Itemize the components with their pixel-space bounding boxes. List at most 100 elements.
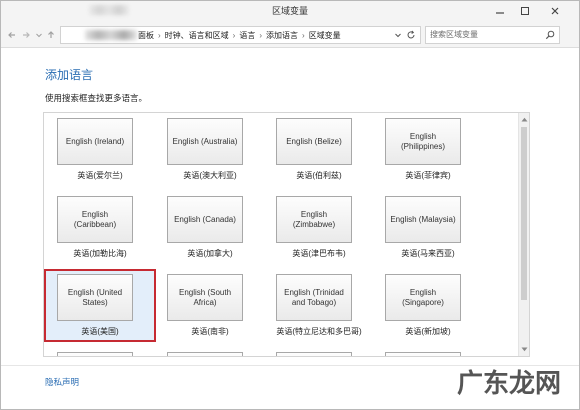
footer-divider [1, 365, 579, 366]
close-icon [551, 7, 559, 15]
close-button[interactable] [539, 3, 571, 19]
language-tile[interactable]: English (Australia) [167, 118, 243, 165]
title-bar: 区域变量 [1, 1, 579, 23]
language-name: 英语(加勒比海) [73, 249, 127, 258]
search-box[interactable] [425, 26, 560, 44]
language-tile[interactable]: English (Ireland) [57, 118, 133, 165]
language-cell[interactable]: English (Singapore) 英语(新加坡) [372, 269, 484, 342]
language-cell-partial[interactable] [372, 347, 484, 356]
maximize-button[interactable] [513, 3, 537, 19]
language-tile-text: English (Caribbean) [73, 209, 117, 229]
language-tile[interactable] [167, 352, 243, 356]
language-name: 英语(澳大利亚) [183, 171, 237, 180]
breadcrumb-separator[interactable]: › [158, 31, 161, 40]
recent-pages-chevron-icon [36, 33, 42, 38]
language-cell[interactable]: English (Ireland) 英语(爱尔兰) [44, 113, 156, 186]
add-language-window: 区域变量 面板 › 时钟、语言和区域 › 语言 › 添加语言 › 区域变量 搜索… [0, 0, 580, 410]
language-tile-text: English (United States) [67, 287, 123, 307]
forward-arrow-icon [23, 32, 30, 38]
language-tile[interactable] [276, 352, 352, 356]
language-name: 英语(南非) [191, 327, 229, 336]
breadcrumb-separator[interactable]: › [233, 31, 236, 40]
scroll-down-button[interactable] [520, 345, 529, 354]
language-tile[interactable]: English (South Africa) [167, 274, 243, 321]
language-tile[interactable] [385, 352, 461, 356]
address-field[interactable]: 面板 › 时钟、语言和区域 › 语言 › 添加语言 › 区域变量 [60, 26, 421, 44]
watermark: 广东龙网 [457, 368, 562, 398]
language-cell[interactable]: English (Trinidad and Tobago) 英语(特立尼达和多巴… [263, 269, 375, 342]
search-button[interactable] [544, 29, 556, 41]
address-dropdown-chevron-icon [395, 33, 401, 38]
language-tile-text: English (Belize) [286, 136, 342, 146]
breadcrumb-item[interactable]: 区域变量 [309, 30, 341, 41]
language-cell[interactable]: English (Malaysia) 英语(马来西亚) [372, 191, 484, 264]
page-instructions: 使用搜索框查找更多语言。 [45, 93, 148, 103]
language-tile-text: English (Canada) [174, 214, 236, 224]
language-name: 英语(马来西亚) [401, 249, 455, 258]
language-list: English (Ireland) 英语(爱尔兰) English (Austr… [43, 112, 530, 357]
language-cell-partial[interactable] [263, 347, 375, 356]
language-name: 英语(爱尔兰) [77, 171, 123, 180]
language-cell[interactable]: English (Philippines) 英语(菲律宾) [372, 113, 484, 186]
minimize-icon [496, 12, 504, 14]
up-arrow-icon [48, 31, 54, 38]
scroll-up-button[interactable] [520, 115, 529, 124]
vertical-scrollbar[interactable] [518, 113, 529, 356]
back-button[interactable] [6, 29, 18, 41]
recent-pages-button[interactable] [33, 29, 45, 41]
up-button[interactable] [45, 29, 57, 41]
refresh-button[interactable] [405, 29, 417, 41]
maximize-icon [521, 7, 529, 15]
language-name: 英语(特立尼达和多巴哥) [276, 327, 362, 336]
language-cell[interactable]: English (South Africa) 英语(南非) [154, 269, 266, 342]
language-tile[interactable]: English (Canada) [167, 196, 243, 243]
breadcrumb-item[interactable]: 面板 [138, 30, 154, 41]
minimize-button[interactable] [488, 3, 512, 19]
language-tile[interactable]: English (Philippines) [385, 118, 461, 165]
language-name: 英语(津巴布韦) [292, 249, 346, 258]
language-tile-text: English (Malaysia) [390, 214, 456, 224]
language-tile[interactable]: English (Singapore) [385, 274, 461, 321]
breadcrumb-separator[interactable]: › [259, 31, 262, 40]
language-tile-text: English (Australia) [172, 136, 238, 146]
language-tile[interactable]: English (United States) [57, 274, 133, 321]
scroll-up-arrow-icon [521, 117, 528, 122]
search-input[interactable] [430, 28, 538, 41]
language-tile[interactable]: English (Trinidad and Tobago) [276, 274, 352, 321]
back-arrow-icon [8, 32, 15, 38]
language-cell[interactable]: English (Zimbabwe) 英语(津巴布韦) [263, 191, 375, 264]
language-cell[interactable]: English (United States) 英语(美国) [44, 269, 156, 342]
language-tile-text: English (Zimbabwe) [292, 209, 336, 229]
navigation-bar: 面板 › 时钟、语言和区域 › 语言 › 添加语言 › 区域变量 [1, 23, 579, 48]
language-tile[interactable]: English (Caribbean) [57, 196, 133, 243]
breadcrumb-separator[interactable]: › [302, 31, 305, 40]
language-name: 英语(新加坡) [405, 327, 451, 336]
breadcrumb-item[interactable]: 添加语言 [266, 30, 298, 41]
page-title: 添加语言 [45, 68, 94, 82]
breadcrumb-item[interactable]: 语言 [239, 30, 255, 41]
breadcrumb: 面板 › 时钟、语言和区域 › 语言 › 添加语言 › 区域变量 [138, 27, 341, 43]
forward-button[interactable] [20, 29, 32, 41]
language-tile[interactable]: English (Zimbabwe) [276, 196, 352, 243]
language-tile-text: English (Singapore) [402, 287, 444, 307]
privacy-statement-link[interactable]: 隐私声明 [45, 377, 79, 388]
address-dropdown-button[interactable] [392, 29, 404, 41]
language-tile[interactable]: English (Malaysia) [385, 196, 461, 243]
language-cell-partial[interactable] [44, 347, 156, 356]
refresh-icon [407, 30, 415, 39]
search-icon [545, 30, 555, 40]
language-cell[interactable]: English (Caribbean) 英语(加勒比海) [44, 191, 156, 264]
language-tile[interactable] [57, 352, 133, 356]
language-cell[interactable]: English (Belize) 英语(伯利兹) [263, 113, 375, 186]
language-cell[interactable]: English (Canada) 英语(加拿大) [154, 191, 266, 264]
breadcrumb-item[interactable]: 时钟、语言和区域 [165, 30, 229, 41]
redacted-area [85, 30, 137, 40]
language-tile-text: English (South Africa) [178, 287, 232, 307]
language-tile[interactable]: English (Belize) [276, 118, 352, 165]
language-cell-partial[interactable] [154, 347, 266, 356]
language-name: 英语(菲律宾) [405, 171, 451, 180]
scrollbar-thumb[interactable] [521, 127, 527, 300]
scroll-down-arrow-icon [521, 347, 528, 352]
language-name: 英语(美国) [81, 327, 119, 336]
language-cell[interactable]: English (Australia) 英语(澳大利亚) [154, 113, 266, 186]
